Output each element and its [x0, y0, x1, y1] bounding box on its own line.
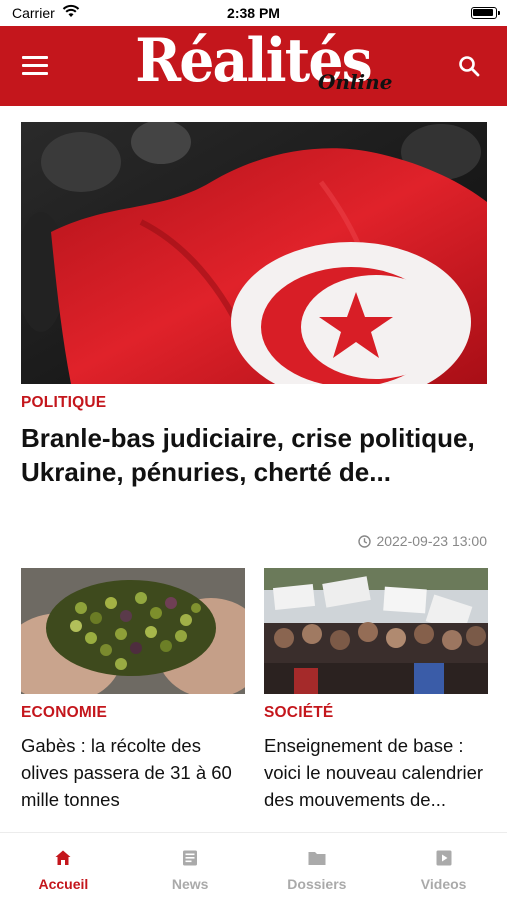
tab-dossiers[interactable]: Dossiers [254, 833, 381, 900]
article-category[interactable]: SOCIÉTÉ [264, 704, 488, 722]
video-icon [436, 850, 452, 866]
news-icon [183, 850, 198, 866]
folder-icon [308, 852, 326, 865]
tab-videos[interactable]: Videos [380, 833, 507, 900]
featured-title[interactable]: Branle-bas judiciaire, crise politique, … [21, 421, 491, 489]
featured-date-text: 2022-09-23 13:00 [376, 533, 487, 549]
tab-label: Accueil [38, 876, 89, 892]
bottom-tab-bar: Accueil News Dossiers Videos [0, 832, 507, 900]
clock-icon [358, 534, 372, 548]
app-header: Réalités Online [0, 26, 507, 106]
tab-label: News [171, 876, 209, 892]
home-icon [55, 850, 71, 865]
article-title[interactable]: Enseignement de base : voici le nouveau … [264, 732, 488, 813]
article-image-olives[interactable] [21, 568, 245, 694]
article-image-protest[interactable] [264, 568, 488, 694]
logo-sub-text: Online [318, 70, 393, 94]
status-time: 2:38 PM [227, 5, 280, 21]
tab-news[interactable]: News [127, 833, 254, 900]
tunisian-flag-photo [21, 122, 487, 384]
tab-label: Dossiers [287, 876, 347, 892]
battery-icon [471, 7, 500, 19]
app-logo: Réalités [0, 28, 507, 94]
status-bar: Carrier 2:38 PM [0, 0, 507, 26]
article-category[interactable]: ECONOMIE [21, 704, 245, 722]
tab-label: Videos [420, 876, 467, 892]
featured-category[interactable]: POLITIQUE [21, 394, 106, 412]
featured-date: 2022-09-23 13:00 [358, 533, 487, 549]
featured-image[interactable] [21, 122, 487, 384]
article-card[interactable]: SOCIÉTÉ Enseignement de base : voici le … [264, 568, 488, 813]
search-icon[interactable] [457, 54, 481, 78]
tab-accueil[interactable]: Accueil [0, 833, 127, 900]
article-title[interactable]: Gabès : la récolte des olives passera de… [21, 732, 245, 813]
article-card[interactable]: ECONOMIE Gabès : la récolte des olives p… [21, 568, 245, 813]
